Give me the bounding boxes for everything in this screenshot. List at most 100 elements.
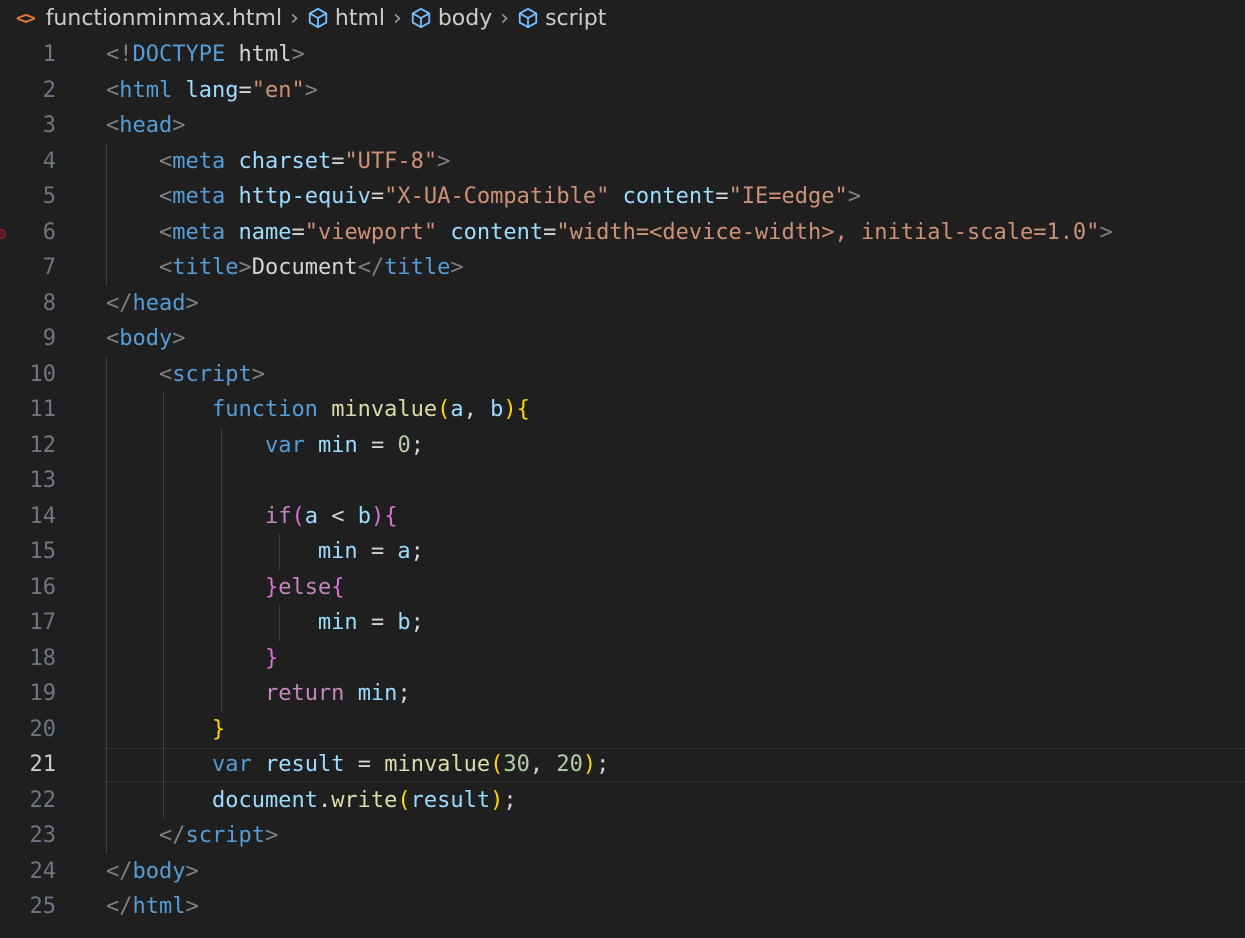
line-number: 20 (29, 716, 57, 742)
breadcrumb-item-script[interactable]: script (517, 6, 606, 31)
code-line[interactable]: 10 <script> (0, 357, 1245, 393)
code-line[interactable]: 5 <meta http-equiv="X-UA-Compatible" con… (0, 179, 1245, 215)
code-token: = (357, 610, 398, 636)
symbol-cube-icon (308, 7, 328, 29)
code-line[interactable]: 11 function minvalue(a, b){ (0, 392, 1245, 428)
code-token: ( (437, 397, 451, 423)
code-token: ; (410, 432, 424, 458)
line-number: 15 (29, 539, 57, 565)
code-token: </ (106, 894, 133, 920)
line-number: 22 (29, 787, 57, 813)
code-line[interactable]: 22 document.write(result); (0, 783, 1245, 819)
code-token: > (291, 42, 305, 68)
code-text: </head> (106, 291, 199, 316)
code-line[interactable]: 17 min = b; (0, 605, 1245, 641)
code-editor[interactable]: <> functionminmax.html › html › body › s… (0, 0, 1245, 938)
code-line[interactable]: 16 }else{ (0, 570, 1245, 606)
code-line[interactable]: 1 <!DOCTYPE html> (0, 37, 1245, 73)
code-line[interactable]: 14 if(a < b){ (0, 499, 1245, 535)
code-text: <script> (106, 362, 265, 387)
code-line[interactable]: 13 (0, 463, 1245, 499)
line-number: 18 (29, 645, 57, 671)
code-token: > (450, 255, 464, 281)
code-line[interactable]: 18 } (0, 641, 1245, 677)
chevron-right-icon: › (500, 5, 510, 31)
indent-guide (221, 427, 222, 712)
code-token: DOCTYPE (132, 42, 226, 68)
code-token: ) (490, 787, 504, 813)
code-token: "IE=edge" (728, 184, 848, 210)
code-token: title (172, 255, 239, 281)
code-line[interactable]: 9 <body> (0, 321, 1245, 357)
code-token: 30 (503, 752, 530, 778)
code-token: </ (158, 823, 186, 849)
code-line[interactable]: 20 } (0, 712, 1245, 748)
code-line[interactable]: 8 </head> (0, 286, 1245, 322)
code-token: ; (410, 539, 424, 565)
code-token: http-equiv (238, 184, 371, 210)
breadcrumb-item-body[interactable]: body (410, 6, 492, 31)
code-token: minvalue (384, 752, 491, 778)
code-line[interactable]: 2 <html lang="en"> (0, 73, 1245, 109)
code-token: var (264, 432, 305, 458)
line-number: 5 (42, 184, 56, 210)
code-token: = (357, 539, 398, 565)
code-text: <!DOCTYPE html> (106, 42, 305, 67)
code-token: a (397, 539, 411, 565)
code-token: ) (370, 503, 385, 529)
code-line[interactable]: 6 <meta name="viewport" content="width=<… (0, 215, 1245, 251)
code-token: min (317, 539, 358, 565)
code-token: 0 (397, 432, 411, 458)
code-token: = (344, 752, 385, 778)
code-token: Document (251, 255, 358, 281)
html-file-icon: <> (16, 7, 36, 29)
code-token: > (304, 77, 318, 103)
code-text: <body> (106, 326, 185, 351)
code-line[interactable]: 4 <meta charset="UTF-8"> (0, 144, 1245, 180)
line-number: 19 (29, 681, 57, 707)
code-token: if (264, 503, 292, 529)
code-token: > (185, 290, 199, 316)
code-text: </body> (106, 859, 199, 884)
code-line[interactable]: 15 min = a; (0, 534, 1245, 570)
indent-guide (279, 605, 280, 641)
code-token: . (317, 787, 332, 813)
code-line[interactable]: 12 var min = 0; (0, 428, 1245, 464)
code-line[interactable]: 19 return min; (0, 676, 1245, 712)
code-line[interactable]: 24 </body> (0, 854, 1245, 890)
breadcrumb-file[interactable]: <> functionminmax.html (16, 6, 282, 31)
code-token: min (317, 432, 358, 458)
breadcrumb-item-html[interactable]: html (307, 6, 385, 31)
code-text: if(a < b){ (106, 503, 398, 529)
code-token: > (437, 148, 451, 174)
code-line[interactable]: 7 <title>Document</title> (0, 250, 1245, 286)
code-token: lang (185, 77, 239, 103)
code-token: </ (357, 255, 385, 281)
code-token: document (211, 787, 318, 813)
code-area[interactable]: 1 <!DOCTYPE html> 2 <html lang="en"> 3 <head>… (0, 37, 1245, 925)
code-token: ; (410, 610, 424, 636)
code-token: 20 (556, 752, 583, 778)
code-line[interactable]: 21 var result = minvalue(30, 20); (0, 747, 1245, 783)
code-token: meta (172, 148, 226, 174)
code-token: min (317, 610, 358, 636)
indent-guide (163, 392, 164, 818)
code-line[interactable]: 23 </script> (0, 818, 1245, 854)
code-token: "UTF-8" (344, 148, 438, 174)
code-token: ) (582, 752, 597, 778)
code-token: var (211, 752, 252, 778)
line-number: 16 (29, 574, 57, 600)
code-line[interactable]: 3 <head> (0, 108, 1245, 144)
code-text: function minvalue(a, b){ (106, 397, 530, 422)
code-token: } (264, 645, 279, 671)
code-line[interactable]: 25 </html> (0, 889, 1245, 925)
